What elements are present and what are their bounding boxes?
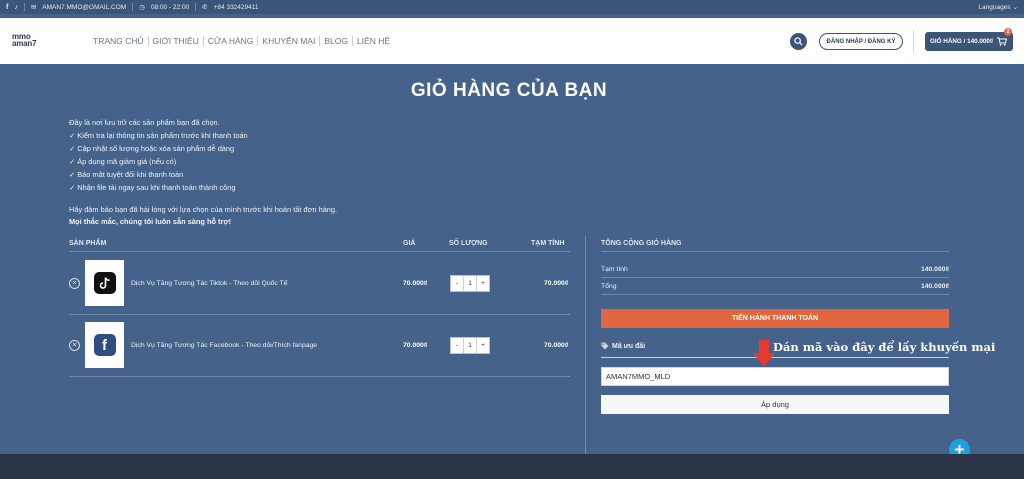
product-thumbnail[interactable] — [85, 260, 124, 306]
product-subtotal: 70.000₫ — [544, 280, 569, 287]
col-header-quantity: SỐ LƯỢNG — [449, 240, 488, 247]
apply-coupon-button[interactable]: Áp dụng — [601, 395, 949, 414]
arrow-down-icon — [753, 340, 775, 367]
cart-button[interactable]: GIỎ HÀNG / 140.000₫ 2 — [925, 28, 1013, 51]
nav-blog[interactable]: BLOG — [320, 36, 352, 46]
quantity-stepper: - 1 + — [450, 337, 490, 354]
contact-phone[interactable]: +84 332429411 — [214, 4, 259, 11]
product-name[interactable]: Dịch Vụ Tăng Tương Tác Tiktok - Theo dõi… — [131, 280, 287, 287]
top-bar: f ♪ ✉ AMAN7.MMO@GMAIL.COM ◷ 08:00 - 22:0… — [0, 0, 1024, 14]
product-name[interactable]: Dịch Vụ Tăng Tương Tác Facebook - Theo d… — [131, 342, 317, 349]
tiktok-icon — [93, 272, 116, 294]
increase-qty-button[interactable]: + — [477, 338, 489, 353]
main-nav: TRANG CHỦ GIỚI THIỆU CỬA HÀNG KHUYẾN MẠI… — [89, 18, 394, 64]
footer — [0, 454, 1024, 479]
remove-item-button[interactable]: × — [69, 340, 80, 351]
quantity-input[interactable]: 1 — [463, 276, 477, 291]
intro-text: Đây là nơi lưu trữ các sản phẩm bạn đã c… — [69, 118, 248, 192]
total-value: 140.000₫ — [920, 283, 949, 290]
coupon-input[interactable]: AMAN7MMO_MLD — [601, 367, 949, 386]
language-selector[interactable]: Languages ⌄ — [978, 3, 1018, 12]
contact-email[interactable]: AMAN7.MMO@GMAIL.COM — [42, 4, 126, 11]
mail-icon: ✉ — [30, 4, 37, 11]
site-header: mmo aman7 TRANG CHỦ GIỚI THIỆU CỬA HÀNG … — [0, 18, 1024, 64]
close-icon: × — [72, 342, 77, 349]
nav-home[interactable]: TRANG CHỦ — [89, 36, 148, 46]
facebook-icon[interactable]: f — [6, 4, 8, 11]
cart-count-badge: 2 — [1004, 28, 1012, 36]
cart-totals-heading: TỔNG CỘNG GIỎ HÀNG — [601, 240, 682, 247]
product-price: 70.000₫ — [403, 342, 428, 349]
opening-hours: 08:00 - 22:00 — [150, 3, 190, 11]
decrease-qty-button[interactable]: - — [451, 276, 463, 291]
product-price: 70.000₫ — [403, 280, 428, 287]
product-subtotal: 70.000₫ — [544, 342, 569, 349]
quantity-input[interactable]: 1 — [463, 338, 477, 353]
nav-shop[interactable]: CỬA HÀNG — [204, 36, 258, 46]
clock-icon: ◷ — [139, 4, 145, 11]
remove-item-button[interactable]: × — [69, 278, 80, 289]
decrease-qty-button[interactable]: - — [451, 338, 463, 353]
page-title: GIỎ HÀNG CỦA BẠN — [410, 80, 608, 101]
facebook-icon: f — [93, 334, 116, 356]
intro-note: Hãy đảm bảo bạn đã hài lòng với lựa chọn… — [69, 205, 338, 226]
subtotal-row: Tạm tính 140.000₫ — [601, 266, 949, 273]
product-thumbnail[interactable]: f — [85, 322, 124, 368]
total-row: Tổng 140.000₫ — [601, 283, 949, 290]
tag-icon — [601, 342, 609, 350]
col-header-price: GIÁ — [403, 240, 416, 247]
subtotal-value: 140.000₫ — [920, 266, 949, 273]
cart-button-label: GIỎ HÀNG / 140.000₫ — [930, 38, 994, 45]
nav-about[interactable]: GIỚI THIỆU — [149, 36, 203, 46]
coupon-label: Mã ưu đãi — [601, 342, 645, 350]
increase-qty-button[interactable]: + — [477, 276, 489, 291]
tiktok-icon[interactable]: ♪ — [14, 4, 18, 11]
checkout-button[interactable]: TIẾN HÀNH THANH TOÁN — [601, 309, 949, 328]
nav-contact[interactable]: LIÊN HỆ — [353, 36, 394, 46]
chevron-down-icon: ⌄ — [1012, 4, 1018, 11]
quantity-stepper: - 1 + — [450, 275, 490, 292]
phone-icon: ✆ — [202, 4, 208, 11]
close-icon: × — [72, 280, 77, 287]
shopping-cart-icon — [997, 37, 1008, 46]
annotation-text: Dán mã vào đây để lấy khuyến mại — [773, 340, 996, 354]
col-header-product: SẢN PHẨM — [69, 240, 107, 247]
search-icon — [794, 37, 803, 46]
search-button[interactable] — [790, 33, 807, 50]
nav-promotions[interactable]: KHUYẾN MẠI — [258, 36, 319, 46]
login-register-button[interactable]: ĐĂNG NHẬP / ĐĂNG KÝ — [819, 33, 903, 50]
col-header-subtotal: TẠM TÍNH — [531, 240, 565, 247]
site-logo[interactable]: mmo aman7 — [12, 33, 37, 48]
